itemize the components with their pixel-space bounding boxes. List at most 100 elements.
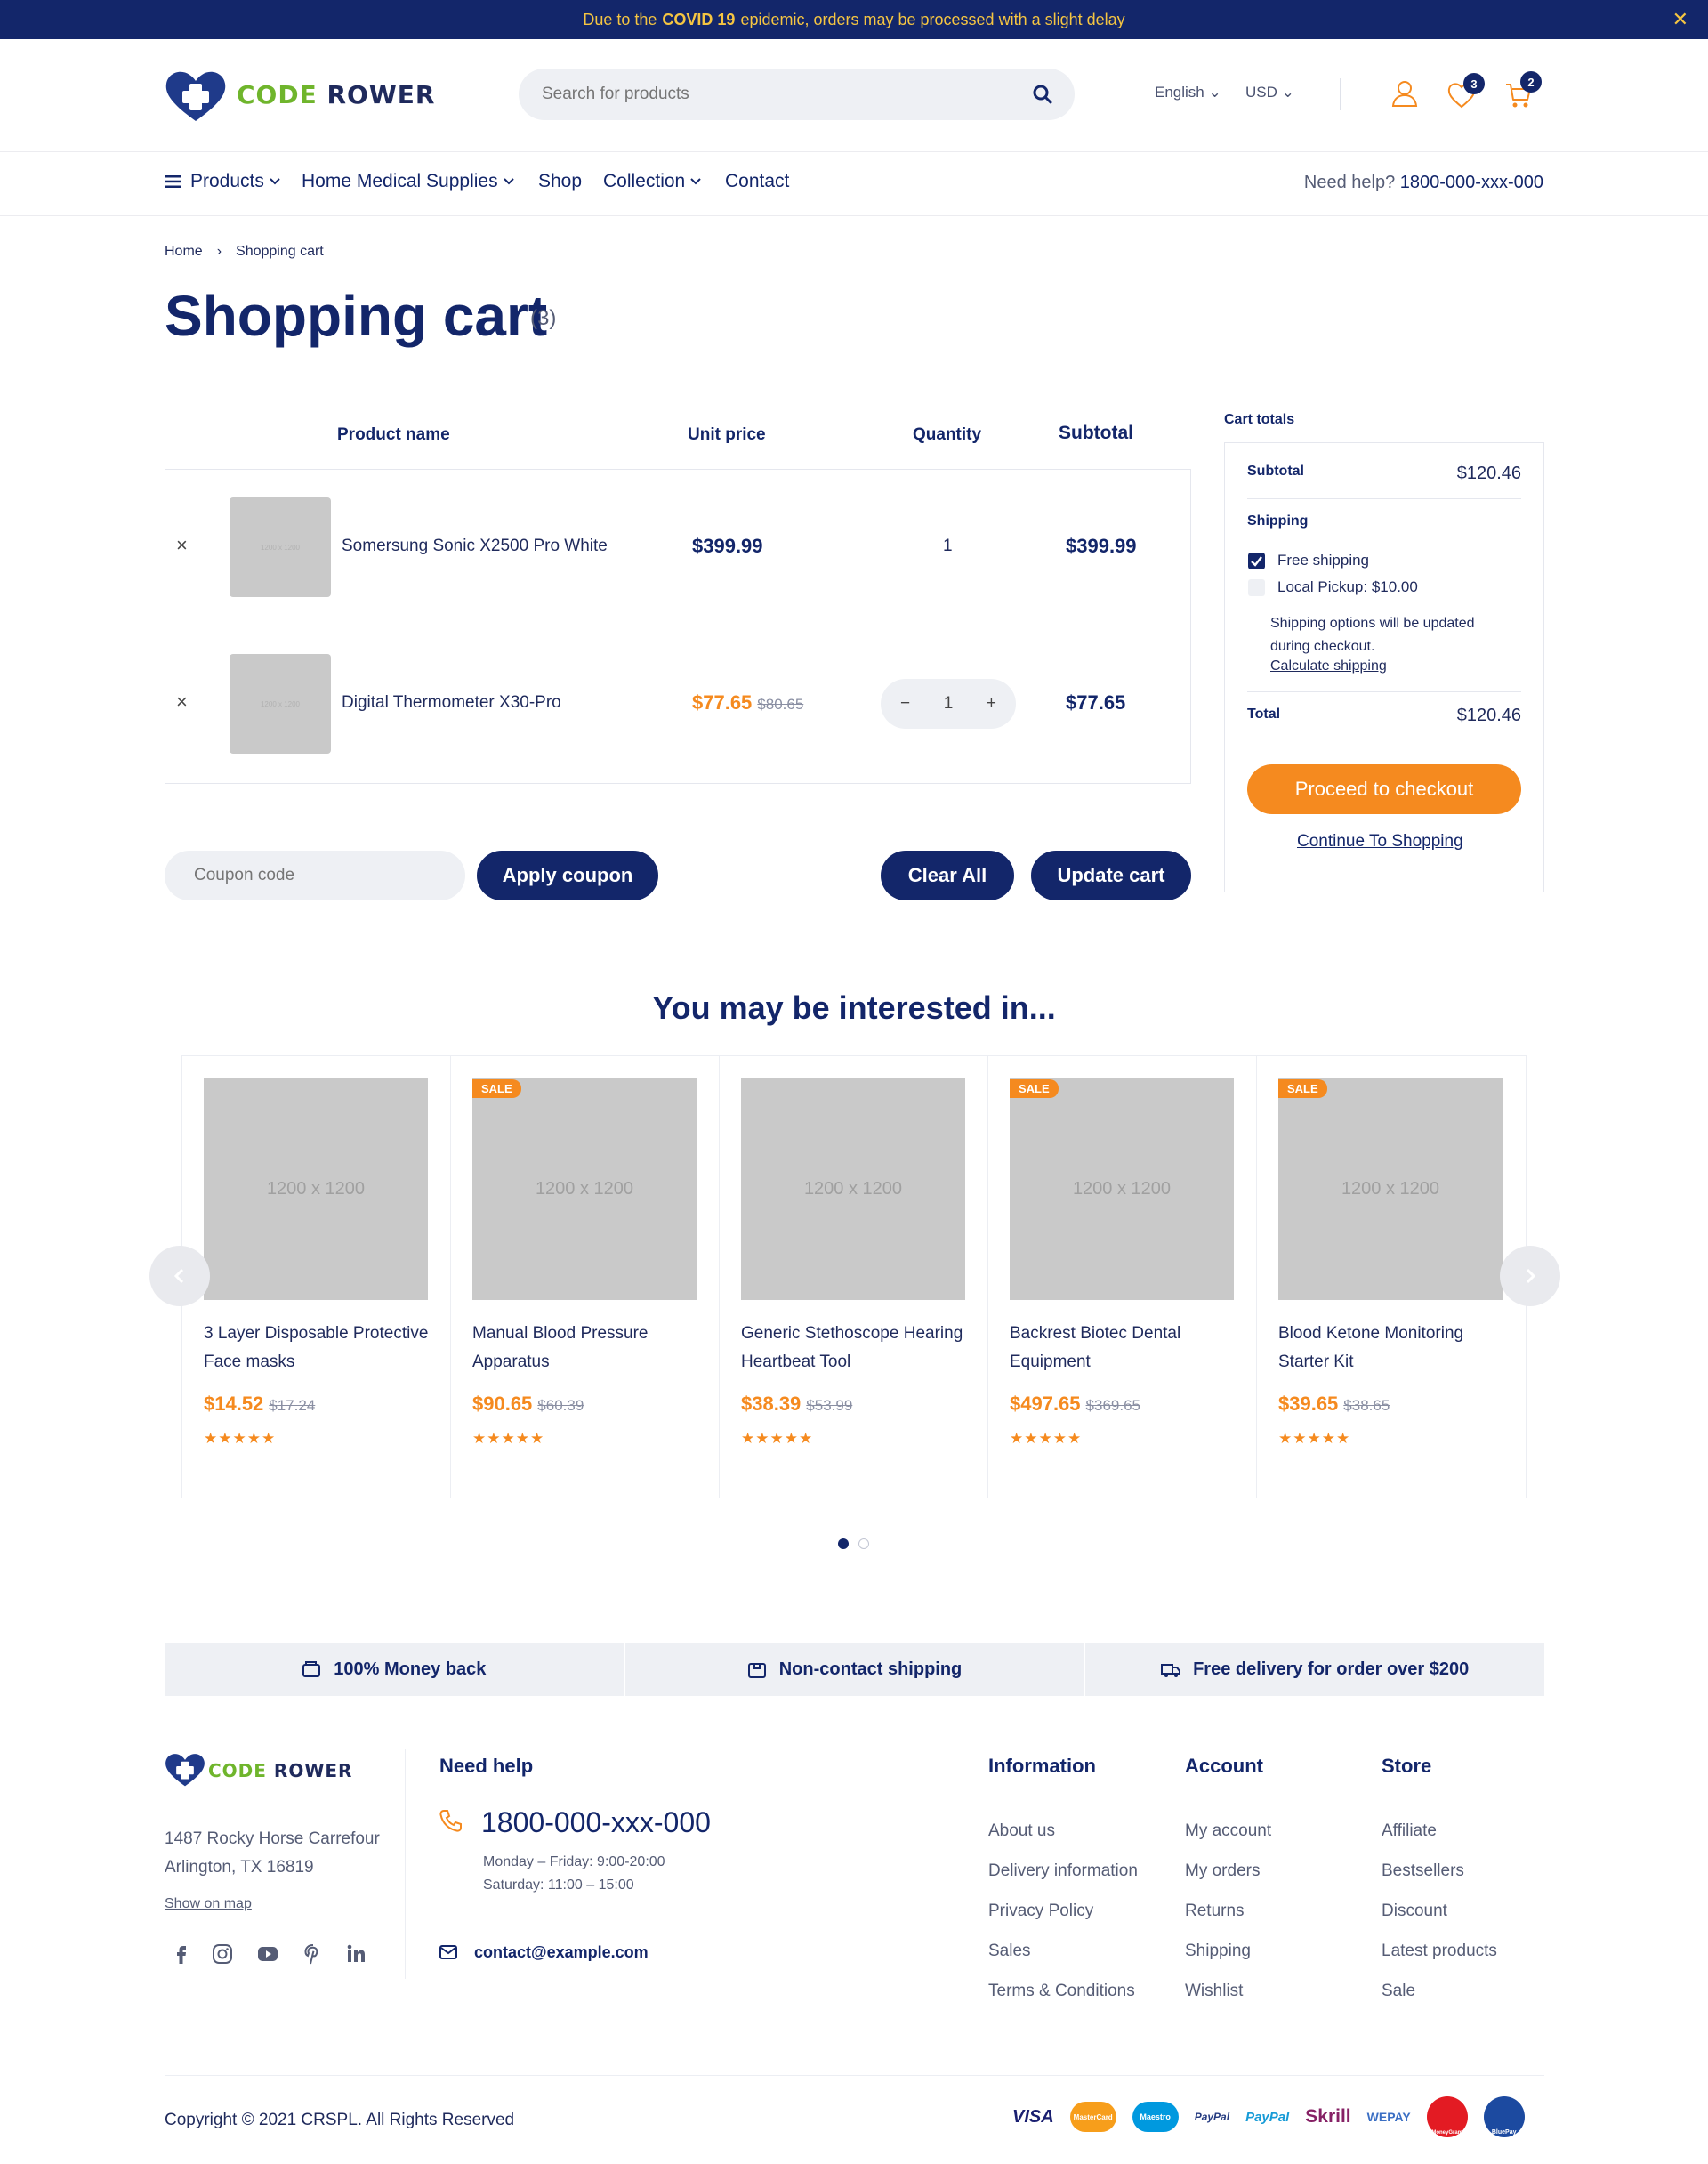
search-icon[interactable] — [1032, 84, 1053, 105]
product-image[interactable]: 1200 x 1200 — [741, 1078, 965, 1300]
opening-hours: Monday – Friday: 9:00-20:00 Saturday: 11… — [483, 1851, 665, 1897]
product-title[interactable]: Generic Stethoscope Hearing Heartbeat To… — [741, 1320, 972, 1377]
local-pickup-label: Local Pickup: $10.00 — [1277, 578, 1418, 595]
chevron-down-icon: ⌄ — [1208, 84, 1221, 101]
footer-link[interactable]: My account — [1185, 1811, 1271, 1851]
coupon-input[interactable] — [165, 851, 465, 900]
proceed-to-checkout-button[interactable]: Proceed to checkout — [1247, 764, 1521, 814]
nav-shop[interactable]: Shop — [538, 171, 582, 192]
user-icon[interactable] — [1390, 78, 1420, 109]
clear-all-button[interactable]: Clear All — [881, 851, 1014, 900]
copyright-text: Copyright © 2021 CRSPL. All Rights Reser… — [165, 2111, 515, 2129]
local-pickup-checkbox[interactable] — [1248, 579, 1265, 596]
calculate-shipping-link[interactable]: Calculate shipping — [1270, 658, 1387, 674]
footer-link[interactable]: Discount — [1382, 1891, 1497, 1931]
rating-stars: ★★★★★ — [741, 1430, 814, 1447]
product-thumbnail[interactable]: 1200 x 1200 — [230, 654, 331, 754]
announcement-bar: Due to the COVID 19 epidemic, orders may… — [0, 0, 1708, 39]
product-image[interactable]: 1200 x 1200 — [204, 1078, 428, 1300]
facebook-icon[interactable] — [170, 1942, 193, 1966]
quantity-value[interactable]: 1 — [944, 694, 954, 714]
footer-phone[interactable]: 1800-000-xxx-000 — [481, 1806, 711, 1839]
product-card[interactable]: 1200 x 1200 SALE Backrest Biotec Dental … — [988, 1056, 1257, 1498]
footer-link[interactable]: Shipping — [1185, 1931, 1271, 1971]
total-label: Total — [1247, 707, 1281, 722]
menu-icon[interactable] — [165, 175, 181, 188]
product-card[interactable]: 1200 x 1200 SALE Manual Blood Pressure A… — [451, 1056, 720, 1498]
carousel-dot[interactable] — [858, 1538, 869, 1549]
currency-select[interactable]: USD ⌄ — [1245, 84, 1294, 101]
breadcrumb-home[interactable]: Home — [165, 244, 203, 260]
product-image[interactable]: 1200 x 1200 — [472, 1078, 697, 1300]
quantity-value[interactable]: 1 — [943, 537, 953, 556]
cart-product-name[interactable]: Somersung Sonic X2500 Pro White — [342, 537, 608, 556]
product-old-price: $17.24 — [269, 1397, 316, 1414]
footer-link[interactable]: Bestsellers — [1382, 1851, 1497, 1891]
product-title[interactable]: Backrest Biotec Dental Equipment — [1010, 1320, 1241, 1377]
update-cart-button[interactable]: Update cart — [1031, 851, 1191, 900]
close-icon[interactable]: ✕ — [1672, 9, 1688, 30]
youtube-icon[interactable] — [256, 1942, 279, 1966]
row-subtotal: $399.99 — [1066, 535, 1137, 557]
footer-link[interactable]: Wishlist — [1185, 1971, 1271, 2011]
unit-price-old: $80.65 — [757, 696, 804, 713]
product-thumbnail[interactable]: 1200 x 1200 — [230, 497, 331, 597]
footer-link[interactable]: Privacy Policy — [988, 1891, 1138, 1931]
nav-home-medical-supplies[interactable]: Home Medical Supplies — [302, 171, 514, 192]
pinterest-icon[interactable] — [302, 1942, 325, 1966]
row-subtotal: $77.65 — [1066, 691, 1126, 714]
continue-shopping-link[interactable]: Continue To Shopping — [1297, 832, 1463, 852]
footer-link[interactable]: Sales — [988, 1931, 1138, 1971]
free-shipping-checkbox[interactable] — [1248, 553, 1265, 569]
footer-email[interactable]: contact@example.com — [474, 1943, 649, 1962]
footer-link[interactable]: My orders — [1185, 1851, 1271, 1891]
footer-information-links: About us Delivery information Privacy Po… — [988, 1811, 1138, 2011]
carousel-next-button[interactable] — [1500, 1246, 1560, 1306]
hours-weekday: Monday – Friday: 9:00-20:00 — [483, 1854, 665, 1869]
wishlist-count-badge: 3 — [1463, 73, 1485, 94]
footer-link[interactable]: Latest products — [1382, 1931, 1497, 1971]
brand-logo[interactable]: CODE ROWER — [237, 80, 435, 109]
recommendations-title: You may be interested in... — [652, 989, 1056, 1026]
product-price-group: $39.65 $38.65 — [1278, 1393, 1390, 1416]
product-title[interactable]: Blood Ketone Monitoring Starter Kit — [1278, 1320, 1510, 1377]
footer-link[interactable]: Terms & Conditions — [988, 1971, 1138, 2011]
chevron-right-icon — [1526, 1268, 1536, 1284]
unit-price-group: $77.65 $80.65 — [692, 691, 803, 715]
product-card[interactable]: 1200 x 1200 SALE Blood Ketone Monitoring… — [1257, 1056, 1526, 1498]
product-title[interactable]: Manual Blood Pressure Apparatus — [472, 1320, 704, 1377]
plus-icon[interactable]: + — [987, 694, 996, 714]
remove-item-button[interactable]: × — [176, 534, 188, 557]
show-on-map-link[interactable]: Show on map — [165, 1896, 252, 1912]
chevron-down-icon — [270, 178, 280, 185]
instagram-icon[interactable] — [211, 1942, 234, 1966]
footer-link[interactable]: Delivery information — [988, 1851, 1138, 1891]
footer-logo-heart-icon[interactable] — [165, 1752, 205, 1788]
product-card[interactable]: 1200 x 1200 3 Layer Disposable Protectiv… — [182, 1056, 451, 1498]
footer-link[interactable]: Sale — [1382, 1971, 1497, 2011]
logo-heart-icon[interactable] — [165, 69, 227, 123]
carousel-dot-active[interactable] — [838, 1538, 849, 1549]
linkedin-icon[interactable] — [344, 1942, 367, 1966]
search-input[interactable] — [542, 69, 1004, 120]
footer-link[interactable]: About us — [988, 1811, 1138, 1851]
product-card[interactable]: 1200 x 1200 Generic Stethoscope Hearing … — [720, 1056, 988, 1498]
carousel-prev-button[interactable] — [149, 1246, 210, 1306]
language-select[interactable]: English ⌄ — [1155, 84, 1221, 101]
feature-label: 100% Money back — [334, 1659, 487, 1679]
apply-coupon-button[interactable]: Apply coupon — [477, 851, 658, 900]
product-title[interactable]: 3 Layer Disposable Protective Face masks — [204, 1320, 435, 1377]
help-phone[interactable]: 1800-000-xxx-000 — [1400, 173, 1543, 192]
remove-item-button[interactable]: × — [176, 690, 188, 714]
product-image[interactable]: 1200 x 1200 — [1278, 1078, 1503, 1300]
product-image[interactable]: 1200 x 1200 — [1010, 1078, 1234, 1300]
nav-collection[interactable]: Collection — [603, 171, 701, 192]
quantity-stepper: − 1 + — [881, 679, 1016, 729]
nav-products[interactable]: Products — [190, 171, 280, 192]
footer-link[interactable]: Returns — [1185, 1891, 1271, 1931]
nav-contact[interactable]: Contact — [725, 171, 789, 192]
minus-icon[interactable]: − — [900, 694, 910, 714]
footer-brand-logo[interactable]: CODE ROWER — [208, 1760, 352, 1781]
cart-product-name[interactable]: Digital Thermometer X30-Pro — [342, 693, 561, 713]
footer-link[interactable]: Affiliate — [1382, 1811, 1497, 1851]
